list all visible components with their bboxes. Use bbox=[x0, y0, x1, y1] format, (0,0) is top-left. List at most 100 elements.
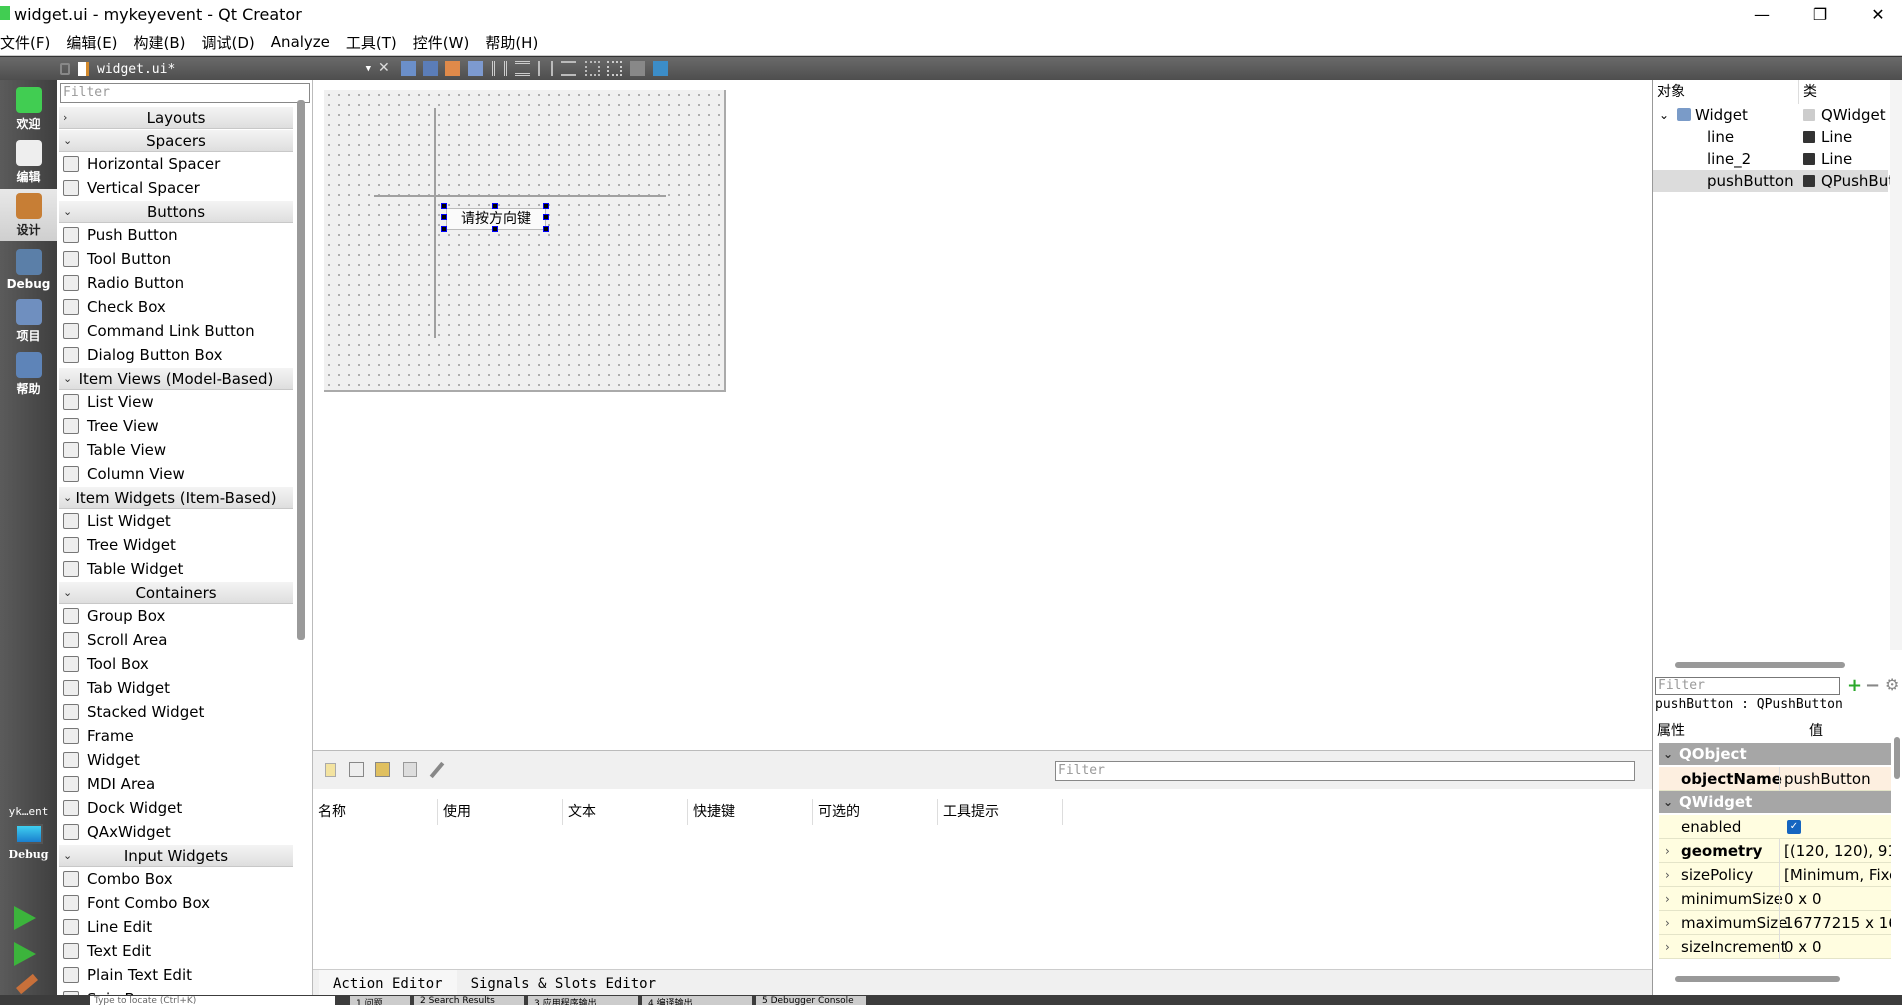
menu-widgets[interactable]: 控件(W) bbox=[409, 32, 474, 53]
output-pane-button[interactable]: 4 编译输出 bbox=[642, 996, 752, 1005]
widget-item[interactable]: Vertical Spacer bbox=[59, 176, 293, 200]
category-header[interactable]: ⌄ Input Widgets bbox=[59, 845, 293, 867]
property-value[interactable]: 16777215 x 16777215 bbox=[1779, 911, 1891, 935]
widget-item[interactable]: Tool Box bbox=[59, 652, 293, 676]
property-value[interactable]: [(120, 120), 91 x 23] bbox=[1779, 839, 1891, 863]
widget-item[interactable]: Tab Widget bbox=[59, 676, 293, 700]
edit-buddies-icon[interactable] bbox=[445, 61, 460, 76]
form-canvas[interactable]: 请按方向键 bbox=[324, 90, 726, 392]
widget-item[interactable]: Frame bbox=[59, 724, 293, 748]
mode-1[interactable]: 编辑 bbox=[0, 136, 57, 188]
paste-action-icon[interactable] bbox=[375, 762, 390, 777]
build-hammer-icon[interactable] bbox=[16, 973, 38, 995]
menu-help[interactable]: 帮助(H) bbox=[481, 32, 542, 53]
property-row[interactable]: › sizeIncrement 0 x 0 bbox=[1659, 935, 1891, 959]
column-used[interactable]: 使用 bbox=[438, 799, 563, 825]
widget-item[interactable]: Plain Text Edit bbox=[59, 963, 293, 987]
value-column-header[interactable]: 值 bbox=[1809, 720, 1823, 740]
widget-item[interactable]: List View bbox=[59, 390, 293, 414]
property-row[interactable]: › maximumSize16777215 x 16777215 bbox=[1659, 911, 1891, 935]
configure-icon[interactable]: ⚙ bbox=[1885, 675, 1899, 694]
menu-build[interactable]: 构建(B) bbox=[130, 32, 190, 53]
delete-action-icon[interactable] bbox=[403, 762, 417, 777]
property-column-header[interactable]: 属性 bbox=[1657, 720, 1685, 740]
widget-item[interactable]: QAxWidget bbox=[59, 820, 293, 844]
object-tree-row[interactable]: line Line bbox=[1653, 126, 1888, 148]
property-editor-scrollbar[interactable] bbox=[1894, 737, 1900, 779]
widget-item[interactable]: Tree View bbox=[59, 414, 293, 438]
open-documents-combo[interactable]: widget.ui* ▼ bbox=[60, 57, 375, 81]
property-value[interactable]: [Minimum, Fixed, 0, 0] bbox=[1779, 863, 1891, 887]
widget-item[interactable]: List Widget bbox=[59, 509, 293, 533]
property-row[interactable]: › minimumSize 0 x 0 bbox=[1659, 887, 1891, 911]
layout-splitter-vertical-icon[interactable] bbox=[561, 61, 576, 76]
layout-vertical-icon[interactable] bbox=[515, 61, 530, 76]
property-row[interactable]: objectName pushButton bbox=[1659, 767, 1891, 791]
new-action-icon[interactable] bbox=[325, 763, 336, 777]
action-filter-input[interactable]: Filter bbox=[1055, 761, 1635, 781]
object-tree-row[interactable]: ⌄ Widget QWidget bbox=[1653, 104, 1888, 126]
property-group-header[interactable]: ⌄ QObject bbox=[1659, 743, 1891, 765]
layout-horizontal-icon[interactable] bbox=[492, 61, 507, 76]
widget-item[interactable]: Text Edit bbox=[59, 939, 293, 963]
object-column-header[interactable]: 对象 bbox=[1657, 80, 1685, 104]
menu-analyze[interactable]: Analyze bbox=[267, 33, 334, 51]
widget-item[interactable]: Line Edit bbox=[59, 915, 293, 939]
layout-splitter-horizontal-icon[interactable] bbox=[538, 61, 553, 76]
chevron-right-icon[interactable]: › bbox=[1665, 911, 1670, 935]
output-pane-button[interactable]: 1 问题 bbox=[350, 996, 410, 1005]
widget-item[interactable]: Table View bbox=[59, 438, 293, 462]
object-tree-row[interactable]: line_2 Line bbox=[1653, 148, 1888, 170]
widget-item[interactable]: Spin Box bbox=[59, 987, 293, 995]
layout-grid-icon[interactable] bbox=[607, 61, 622, 76]
restore-button[interactable]: ❐ bbox=[1791, 0, 1849, 29]
widget-item[interactable]: Command Link Button bbox=[59, 319, 293, 343]
widget-item[interactable]: Tool Button bbox=[59, 247, 293, 271]
property-value[interactable]: pushButton bbox=[1779, 767, 1891, 791]
property-row[interactable]: enabled ✓ bbox=[1659, 815, 1891, 839]
debug-run-button[interactable] bbox=[14, 942, 36, 966]
chevron-right-icon[interactable]: › bbox=[1665, 887, 1670, 911]
column-shortcut[interactable]: 快捷键 bbox=[688, 799, 813, 825]
property-filter-input[interactable]: Filter bbox=[1655, 677, 1840, 695]
minimize-button[interactable]: — bbox=[1733, 0, 1791, 29]
widget-item[interactable]: Column View bbox=[59, 462, 293, 486]
configure-wrench-icon[interactable] bbox=[429, 761, 445, 779]
property-group-header[interactable]: ⌄ QWidget bbox=[1659, 791, 1891, 813]
widget-item[interactable]: Table Widget bbox=[59, 557, 293, 581]
edit-widgets-icon[interactable] bbox=[401, 61, 416, 76]
column-name[interactable]: 名称 bbox=[313, 799, 438, 825]
layout-form-icon[interactable] bbox=[585, 61, 600, 76]
mode-2[interactable]: 设计 bbox=[0, 189, 57, 241]
object-inspector-hscroll[interactable] bbox=[1675, 662, 1845, 668]
locator-input[interactable]: Type to locate (Ctrl+K) bbox=[90, 996, 335, 1005]
menu-tools[interactable]: 工具(T) bbox=[342, 32, 401, 53]
copy-action-icon[interactable] bbox=[349, 762, 364, 777]
edit-tab-order-icon[interactable] bbox=[468, 61, 483, 76]
class-column-header[interactable]: 类 bbox=[1798, 80, 1817, 104]
widget-filter-input[interactable]: Filter bbox=[60, 83, 310, 103]
chevron-right-icon[interactable]: › bbox=[1665, 935, 1670, 959]
widget-item[interactable]: Radio Button bbox=[59, 271, 293, 295]
chevron-down-icon[interactable]: ⌄ bbox=[1659, 104, 1669, 126]
column-text[interactable]: 文本 bbox=[563, 799, 688, 825]
property-row[interactable]: › geometry [(120, 120), 91 x 23] bbox=[1659, 839, 1891, 863]
remove-property-icon[interactable]: − bbox=[1865, 675, 1880, 696]
category-header[interactable]: ⌄ Containers bbox=[59, 582, 293, 604]
chevron-right-icon[interactable]: › bbox=[1665, 863, 1670, 887]
widget-item[interactable]: Push Button bbox=[59, 223, 293, 247]
object-inspector-scrollbar[interactable] bbox=[1890, 80, 1902, 650]
category-header[interactable]: ⌄ Spacers bbox=[59, 130, 293, 152]
category-header[interactable]: ⌄ Buttons bbox=[59, 201, 293, 223]
mode-0[interactable]: 欢迎 bbox=[0, 83, 57, 135]
menu-edit[interactable]: 编辑(E) bbox=[62, 32, 121, 53]
object-tree-row[interactable]: pushButton QPushButton bbox=[1653, 170, 1891, 192]
widget-item[interactable]: Scroll Area bbox=[59, 628, 293, 652]
widget-item[interactable]: Dialog Button Box bbox=[59, 343, 293, 367]
enabled-checkbox[interactable]: ✓ bbox=[1787, 820, 1801, 834]
widget-item[interactable]: Stacked Widget bbox=[59, 700, 293, 724]
widget-item[interactable]: MDI Area bbox=[59, 772, 293, 796]
property-row[interactable]: › sizePolicy [Minimum, Fixed, 0, 0] bbox=[1659, 863, 1891, 887]
widget-box-scrollbar[interactable] bbox=[297, 100, 305, 640]
widget-item[interactable]: Tree Widget bbox=[59, 533, 293, 557]
